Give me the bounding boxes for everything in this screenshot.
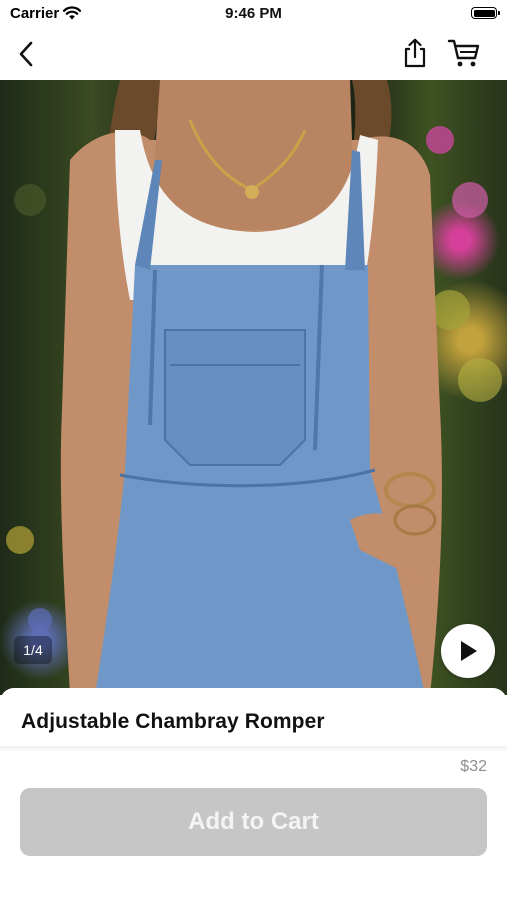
add-to-cart-button[interactable]: Add to Cart [20, 788, 487, 856]
product-photo [6, 80, 502, 695]
play-icon [461, 641, 477, 661]
back-button[interactable] [10, 38, 42, 70]
divider [0, 746, 507, 751]
product-image[interactable]: 1/4 [0, 80, 507, 695]
nav-bar [0, 28, 507, 80]
status-bar: Carrier 9:46 PM [0, 0, 507, 28]
chevron-left-icon [19, 41, 33, 67]
product-price: $32 [460, 758, 487, 775]
product-title: Adjustable Chambray Romper [21, 710, 325, 733]
clock: 9:46 PM [225, 5, 282, 22]
cart-icon [447, 39, 480, 67]
cart-button[interactable] [444, 36, 484, 70]
play-video-button[interactable] [441, 624, 495, 678]
share-icon [404, 38, 426, 68]
share-button[interactable] [398, 36, 432, 70]
product-info-panel: Adjustable Chambray Romper $32 Add to Ca… [0, 688, 507, 900]
battery-icon [471, 7, 500, 19]
image-counter: 1/4 [14, 636, 52, 664]
